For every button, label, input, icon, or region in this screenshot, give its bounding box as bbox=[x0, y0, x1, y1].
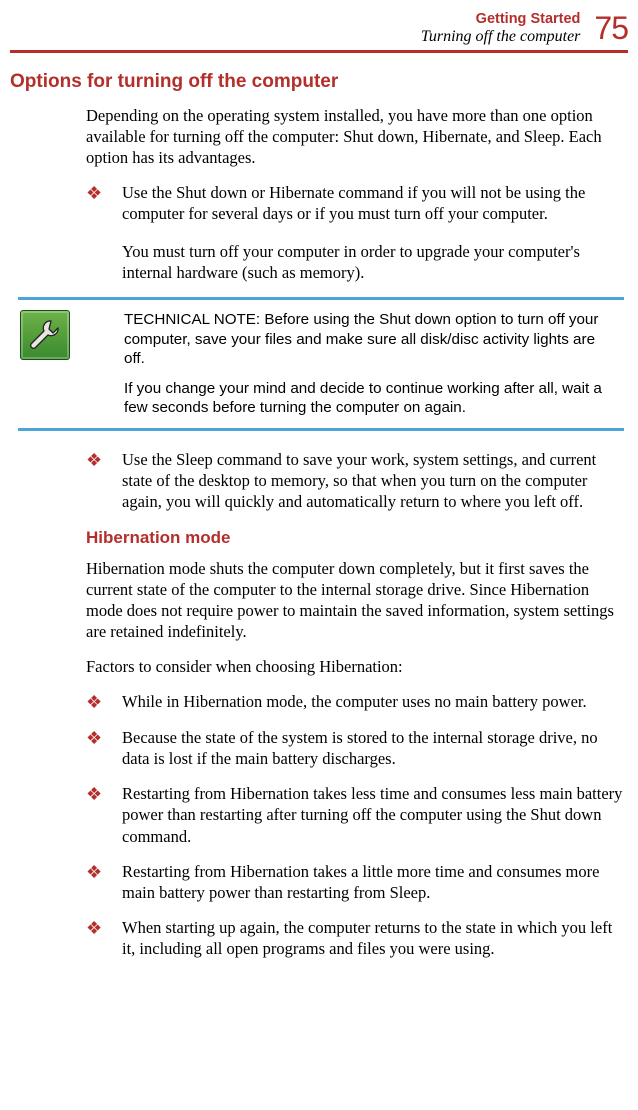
list-item: ❖ Use the Shut down or Hibernate command… bbox=[86, 182, 624, 224]
list-item: ❖ Restarting from Hibernation takes less… bbox=[86, 783, 624, 846]
hibernation-paragraph: Hibernation mode shuts the computer down… bbox=[86, 558, 624, 642]
bullet-text: Use the Shut down or Hibernate command i… bbox=[122, 182, 624, 224]
list-item: ❖ Restarting from Hibernation takes a li… bbox=[86, 861, 624, 903]
page-header: Getting Started Turning off the computer… bbox=[10, 10, 628, 53]
note-text: TECHNICAL NOTE: Before using the Shut do… bbox=[124, 310, 624, 417]
intro-paragraph: Depending on the operating system instal… bbox=[86, 105, 624, 168]
bullet-text: Use the Sleep command to save your work,… bbox=[122, 449, 624, 512]
bullet-icon: ❖ bbox=[86, 449, 122, 512]
technical-note: TECHNICAL NOTE: Before using the Shut do… bbox=[18, 297, 624, 430]
wrench-icon bbox=[20, 310, 70, 360]
page: Getting Started Turning off the computer… bbox=[0, 0, 638, 993]
bullet-text: Restarting from Hibernation takes less t… bbox=[122, 783, 624, 846]
bullet-icon: ❖ bbox=[86, 783, 122, 846]
note-paragraph: TECHNICAL NOTE: Before using the Shut do… bbox=[124, 310, 618, 368]
sub-paragraph: You must turn off your computer in order… bbox=[122, 241, 624, 283]
list-item: ❖ While in Hibernation mode, the compute… bbox=[86, 691, 624, 713]
note-paragraph: If you change your mind and decide to co… bbox=[124, 379, 618, 418]
bullet-text: When starting up again, the computer ret… bbox=[122, 917, 624, 959]
bullet-text: Restarting from Hibernation takes a litt… bbox=[122, 861, 624, 903]
bullet-text: Because the state of the system is store… bbox=[122, 727, 624, 769]
page-number: 75 bbox=[594, 10, 628, 47]
hibernation-factors-label: Factors to consider when choosing Hibern… bbox=[86, 656, 624, 677]
bullet-icon: ❖ bbox=[86, 727, 122, 769]
header-titles: Getting Started Turning off the computer bbox=[421, 11, 595, 46]
bullet-icon: ❖ bbox=[86, 861, 122, 903]
chapter-label: Getting Started bbox=[421, 11, 581, 28]
bullet-text: While in Hibernation mode, the computer … bbox=[122, 691, 587, 713]
note-icon-wrap bbox=[18, 310, 124, 417]
heading-options: Options for turning off the computer bbox=[10, 71, 628, 93]
bullet-icon: ❖ bbox=[86, 182, 122, 224]
list-item: ❖ When starting up again, the computer r… bbox=[86, 917, 624, 959]
heading-hibernation: Hibernation mode bbox=[86, 528, 624, 548]
bullet-icon: ❖ bbox=[86, 917, 122, 959]
bullet-icon: ❖ bbox=[86, 691, 122, 713]
list-item: ❖ Use the Sleep command to save your wor… bbox=[86, 449, 624, 512]
section-label: Turning off the computer bbox=[421, 28, 581, 46]
list-item: ❖ Because the state of the system is sto… bbox=[86, 727, 624, 769]
